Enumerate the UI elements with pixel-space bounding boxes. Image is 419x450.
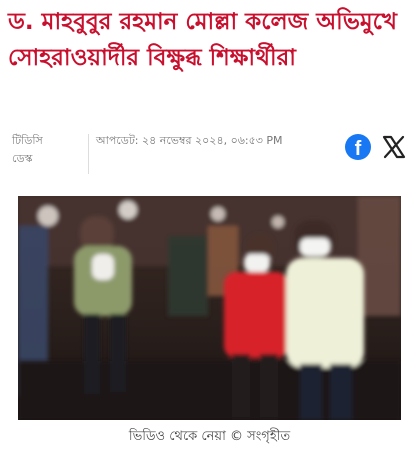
image-caption: ভিডিও থেকে নেয়া © সংগৃহীত <box>128 429 291 444</box>
meta-divider <box>88 134 89 174</box>
article-meta: টিডিসি ডেস্ক আপডেট: ২৪ নভেম্বর ২০২৪, ০৬:… <box>12 132 407 176</box>
article-image <box>18 196 401 420</box>
article-headline: ড. মাহবুবুর রহমান মোল্লা কলেজ অভিমুখে সো… <box>8 9 397 71</box>
author-name[interactable]: টিডিসি ডেস্ক <box>12 132 64 168</box>
share-buttons: f <box>345 134 407 160</box>
facebook-icon[interactable]: f <box>345 134 371 160</box>
protest-photo <box>18 196 401 420</box>
updated-timestamp: আপডেট: ২৪ নভেম্বর ২০২৪, ০৬:৫৩ PM <box>96 134 283 147</box>
x-icon[interactable] <box>381 134 407 160</box>
